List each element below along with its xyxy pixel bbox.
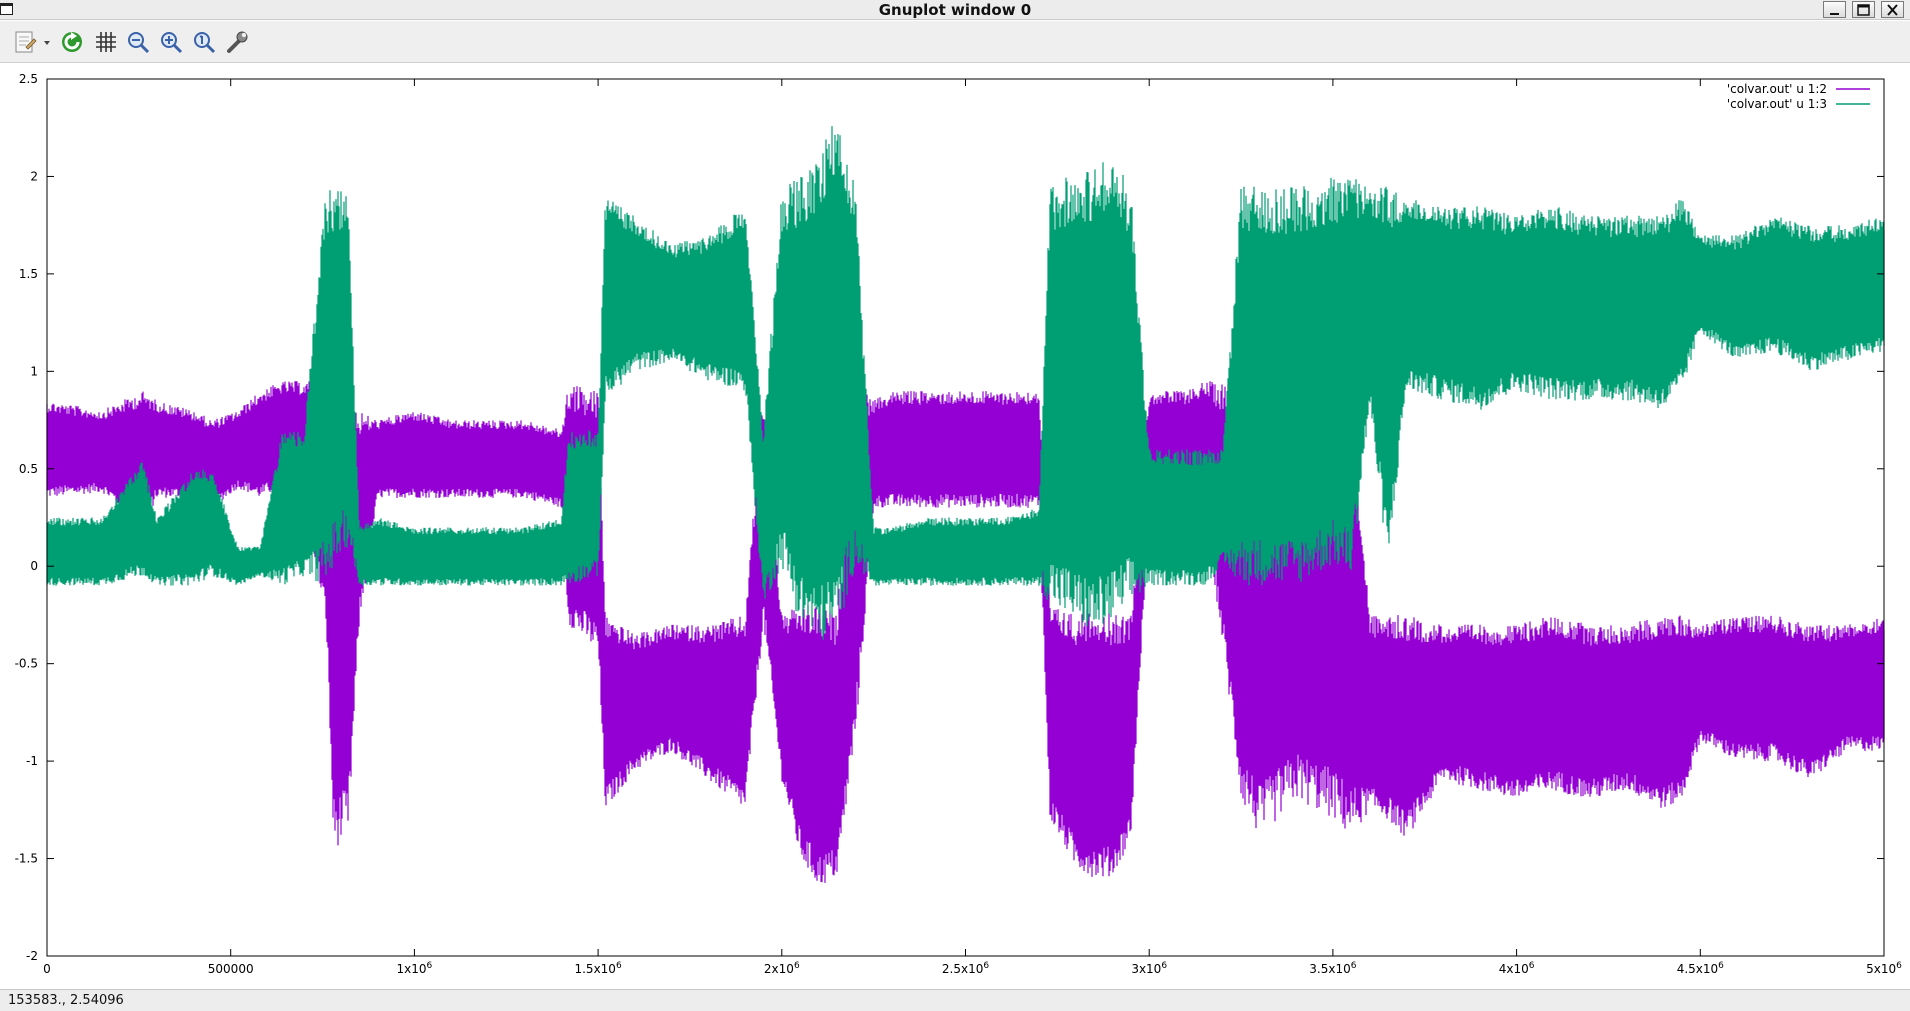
mouse-coordinates: 153583., 2.54096 <box>8 993 124 1008</box>
copy-print-button[interactable] <box>12 29 52 55</box>
close-icon <box>1887 4 1898 16</box>
x-tick-label: 3x106 <box>1131 961 1167 976</box>
plot-area[interactable]: 0 500000 1x106 1.5x106 2x106 2.5x106 3x106 3.5x… <box>0 64 1910 987</box>
legend-label: 'colvar.out' u 1:2 <box>1727 82 1827 96</box>
copy-print-icon <box>15 31 50 53</box>
zoom-in-icon <box>161 32 183 54</box>
zoom-out-button[interactable] <box>125 29 151 55</box>
replot-button[interactable] <box>59 29 85 55</box>
title-bar: Gnuplot window 0 <box>0 0 1910 20</box>
x-tick-label: 4x106 <box>1499 961 1535 976</box>
toolbar <box>0 21 1910 63</box>
zoom-autoscale-icon <box>194 32 216 54</box>
x-tick-label: 1.5x106 <box>574 961 621 976</box>
legend: 'colvar.out' u 1:2'colvar.out' u 1:3 <box>1727 82 1870 111</box>
x-tick-label: 2x106 <box>764 961 800 976</box>
y-tick-label: 0 <box>30 559 38 573</box>
zoom-out-icon <box>128 32 150 54</box>
y-tick-label: -0.5 <box>15 657 38 671</box>
legend-label: 'colvar.out' u 1:3 <box>1727 97 1827 111</box>
minimize-button[interactable] <box>1823 1 1846 18</box>
x-tick-label: 3.5x106 <box>1309 961 1356 976</box>
maximize-button[interactable] <box>1852 1 1875 18</box>
zoom-autoscale-button[interactable] <box>191 29 217 55</box>
maximize-icon <box>1857 4 1870 16</box>
y-tick-label: 0.5 <box>19 462 38 476</box>
y-tick-label: 2.5 <box>19 72 38 86</box>
options-wrench-icon <box>227 31 248 53</box>
replot-icon <box>62 32 82 52</box>
zoom-in-button[interactable] <box>158 29 184 55</box>
chart[interactable]: 0 500000 1x106 1.5x106 2x106 2.5x106 3x106 3.5x… <box>0 64 1910 987</box>
close-button[interactable] <box>1881 1 1904 18</box>
grid-icon <box>96 32 116 52</box>
y-tick-label: -1 <box>26 754 38 768</box>
x-tick-label: 500000 <box>208 962 254 976</box>
options-button[interactable] <box>224 29 250 55</box>
x-tick-label: 4.5x106 <box>1677 961 1724 976</box>
y-tick-label: 2 <box>30 169 38 183</box>
y-tick-label: 1.5 <box>19 267 38 281</box>
status-bar: 153583., 2.54096 <box>0 989 1910 1011</box>
minimize-icon <box>1830 13 1839 15</box>
series-2-line <box>46 126 1885 640</box>
x-tick-label: 1x106 <box>397 961 433 976</box>
y-tick-label: -1.5 <box>15 852 38 866</box>
x-tick-label: 5x106 <box>1866 961 1902 976</box>
grid-button[interactable] <box>93 29 119 55</box>
x-tick-label: 2.5x106 <box>942 961 989 976</box>
y-tick-label: -2 <box>26 949 38 963</box>
x-tick-label: 0 <box>43 962 51 976</box>
window-title: Gnuplot window 0 <box>878 1 1032 19</box>
y-tick-label: 1 <box>30 364 38 378</box>
